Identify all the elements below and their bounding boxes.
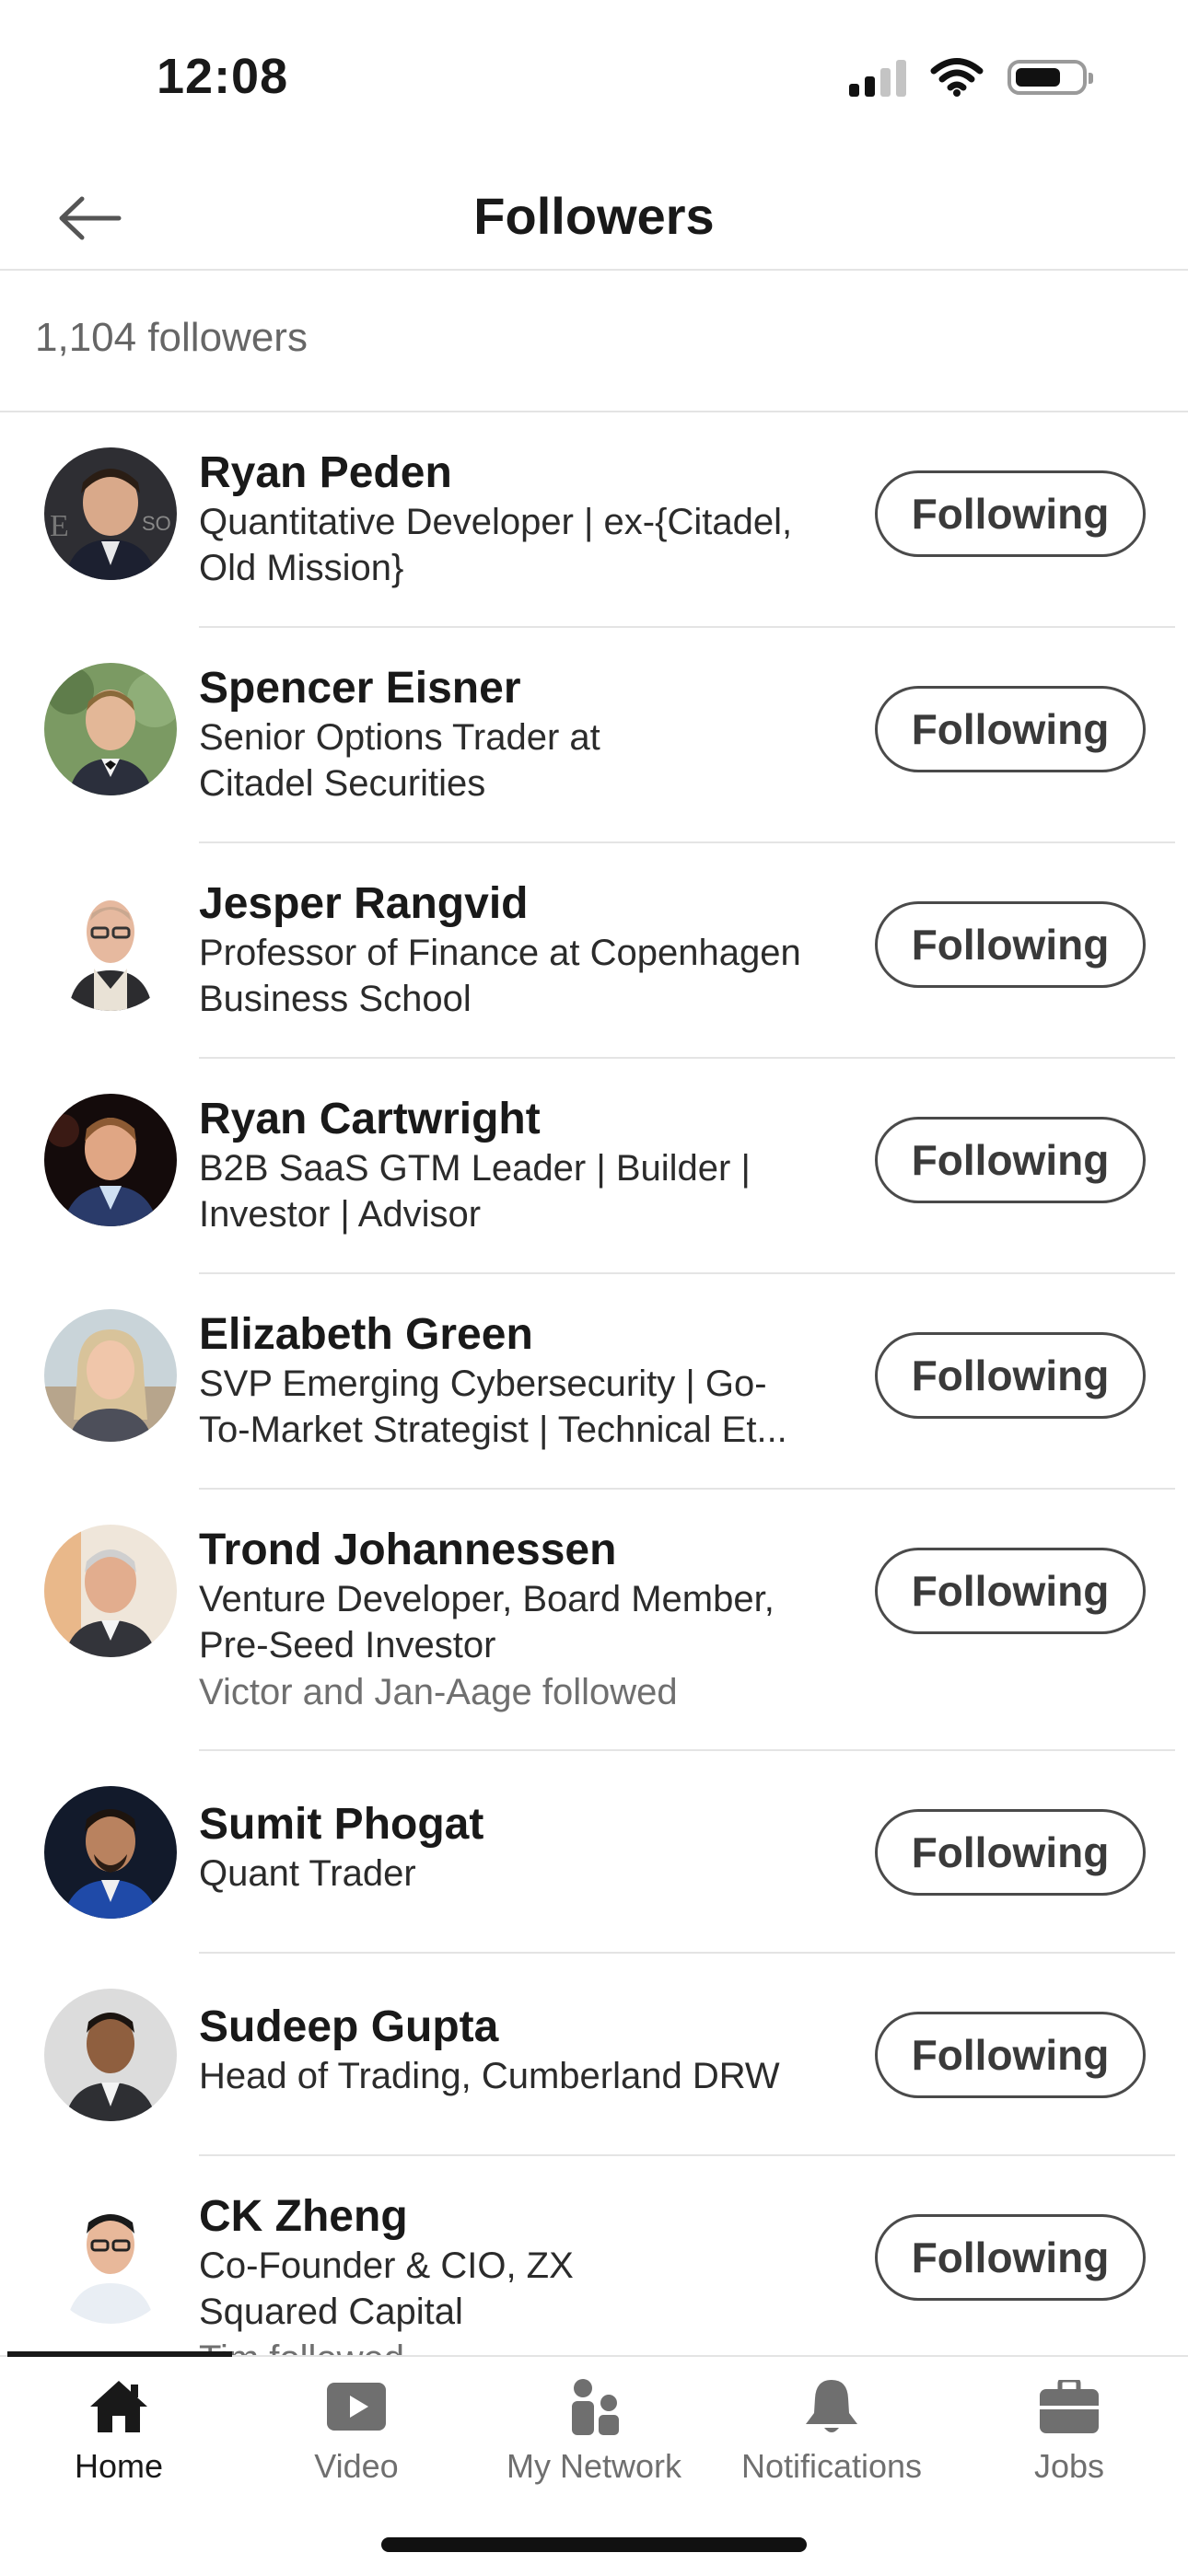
notifications-bell-icon xyxy=(804,2373,859,2440)
wifi-icon xyxy=(930,58,984,97)
follower-headline: Professor of Finance at Copenhagen Busin… xyxy=(199,933,801,1019)
tab-label: Jobs xyxy=(1033,2447,1105,2485)
following-button[interactable]: Following xyxy=(875,1117,1146,1203)
tab-jobs[interactable]: Jobs xyxy=(950,2357,1188,2504)
follower-row[interactable]: E SO Ryan Peden Quantitative Developer | … xyxy=(0,412,1188,628)
follower-name[interactable]: CK Zheng xyxy=(199,2191,853,2243)
tab-label: Notifications xyxy=(740,2447,923,2485)
following-button[interactable]: Following xyxy=(875,686,1146,772)
avatar[interactable] xyxy=(44,878,177,1011)
follower-name[interactable]: Jesper Rangvid xyxy=(199,878,853,930)
follower-row[interactable]: Elizabeth Green SVP Emerging Cybersecuri… xyxy=(0,1274,1188,1490)
tab-notifications[interactable]: Notifications xyxy=(713,2357,950,2504)
following-button[interactable]: Following xyxy=(875,470,1146,557)
home-icon xyxy=(88,2373,149,2440)
follower-headline: Co-Founder & CIO, ZX Squared Capital xyxy=(199,2245,574,2332)
status-time: 12:08 xyxy=(157,49,289,104)
tab-label: My Network xyxy=(506,2447,682,2485)
avatar[interactable] xyxy=(44,1786,177,1919)
my-network-icon xyxy=(565,2373,623,2440)
follower-headline: Senior Options Trader at Citadel Securit… xyxy=(199,717,600,804)
follower-row[interactable]: Trond Johannessen Venture Developer, Boa… xyxy=(0,1490,1188,1751)
page-title: Followers xyxy=(473,187,715,245)
tab-label: Home xyxy=(74,2447,164,2485)
follower-name[interactable]: Spencer Eisner xyxy=(199,663,853,714)
follower-headline: Head of Trading, Cumberland DRW xyxy=(199,2056,780,2096)
following-button[interactable]: Following xyxy=(875,2214,1146,2301)
page-header: Followers xyxy=(0,157,1188,271)
tab-home[interactable]: Home xyxy=(0,2357,238,2504)
follower-name[interactable]: Ryan Cartwright xyxy=(199,1094,853,1145)
followers-list[interactable]: E SO Ryan Peden Quantitative Developer | … xyxy=(0,412,1188,2355)
mutual-followers-note: Tim followed xyxy=(199,2335,853,2355)
follower-name[interactable]: Sudeep Gupta xyxy=(199,2002,853,2053)
followers-count-row: 1,104 followers xyxy=(0,271,1188,412)
svg-text:SO: SO xyxy=(142,512,171,535)
home-indicator[interactable] xyxy=(381,2537,807,2552)
status-bar: 12:08 xyxy=(0,0,1188,138)
status-icons xyxy=(849,57,1093,98)
svg-text:E: E xyxy=(50,509,69,543)
following-button[interactable]: Following xyxy=(875,1548,1146,1634)
following-button[interactable]: Following xyxy=(875,2012,1146,2098)
follower-row[interactable]: Spencer Eisner Senior Options Trader at … xyxy=(0,628,1188,843)
avatar[interactable] xyxy=(44,663,177,795)
tab-my-network[interactable]: My Network xyxy=(475,2357,713,2504)
jobs-briefcase-icon xyxy=(1040,2373,1099,2440)
follower-row[interactable]: Jesper Rangvid Professor of Finance at C… xyxy=(0,843,1188,1059)
follower-name[interactable]: Ryan Peden xyxy=(199,447,853,499)
follower-row[interactable]: Ryan Cartwright B2B SaaS GTM Leader | Bu… xyxy=(0,1059,1188,1274)
follower-row[interactable]: Sudeep Gupta Head of Trading, Cumberland… xyxy=(0,1954,1188,2156)
avatar[interactable] xyxy=(44,2191,177,2324)
video-icon xyxy=(327,2373,386,2440)
follower-name[interactable]: Trond Johannessen xyxy=(199,1525,853,1576)
follower-headline: B2B SaaS GTM Leader | Builder | Investor… xyxy=(199,1148,751,1235)
tab-video[interactable]: Video xyxy=(238,2357,475,2504)
avatar[interactable] xyxy=(44,1094,177,1226)
battery-icon xyxy=(1007,60,1093,95)
follower-name[interactable]: Elizabeth Green xyxy=(199,1309,853,1361)
tab-label: Video xyxy=(314,2447,399,2485)
avatar[interactable]: E SO xyxy=(44,447,177,580)
follower-name[interactable]: Sumit Phogat xyxy=(199,1799,853,1851)
follower-headline: SVP Emerging Cybersecurity | Go- To-Mark… xyxy=(199,1363,787,1450)
following-button[interactable]: Following xyxy=(875,1809,1146,1896)
follower-headline: Venture Developer, Board Member, Pre-See… xyxy=(199,1579,775,1665)
follower-headline: Quantitative Developer | ex-{Citadel, Ol… xyxy=(199,502,793,588)
avatar[interactable] xyxy=(44,1309,177,1442)
avatar[interactable] xyxy=(44,1525,177,1657)
follower-headline: Quant Trader xyxy=(199,1853,416,1894)
following-button[interactable]: Following xyxy=(875,901,1146,988)
follower-row[interactable]: CK Zheng Co-Founder & CIO, ZX Squared Ca… xyxy=(0,2156,1188,2355)
followers-count: 1,104 followers xyxy=(35,315,308,360)
avatar[interactable] xyxy=(44,1989,177,2121)
mutual-followers-note: Victor and Jan-Aage followed xyxy=(199,1672,678,1712)
following-button[interactable]: Following xyxy=(875,1332,1146,1419)
cellular-signal-icon xyxy=(849,58,906,97)
follower-row[interactable]: Sumit Phogat Quant Trader Following xyxy=(0,1751,1188,1954)
